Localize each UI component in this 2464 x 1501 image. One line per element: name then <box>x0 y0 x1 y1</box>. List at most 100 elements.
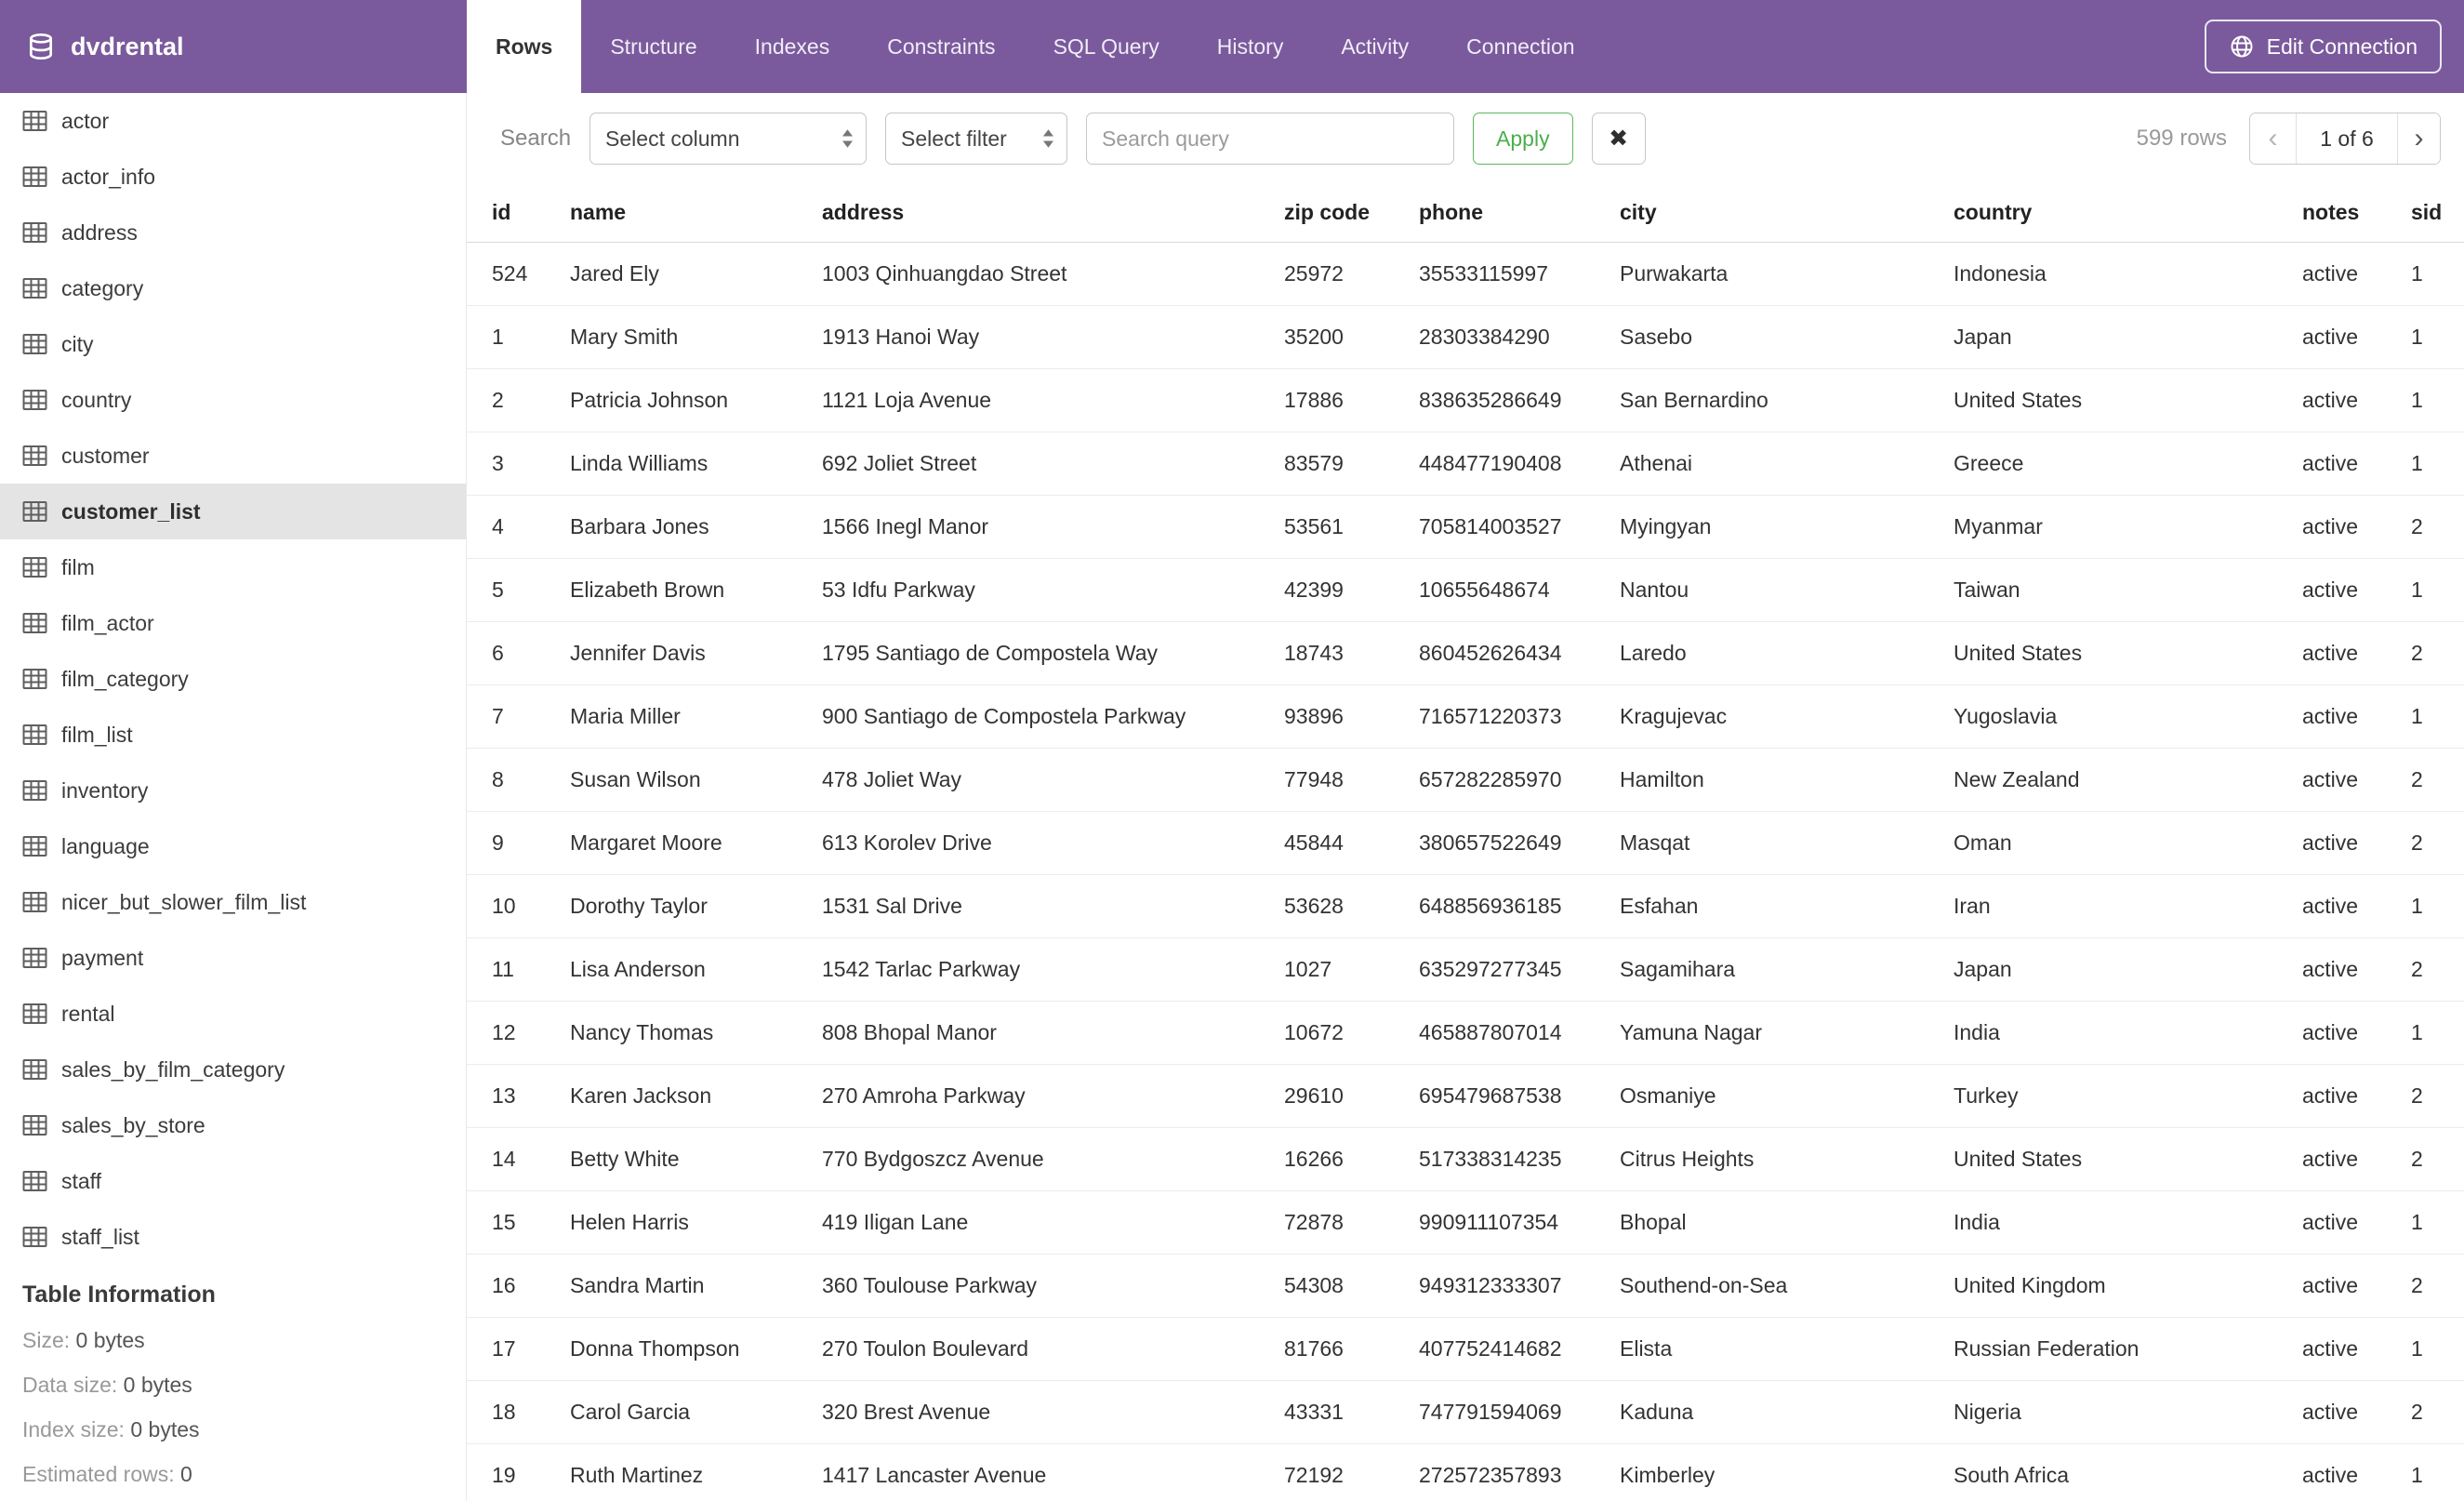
table-cell: 695479687538 <box>1419 1064 1620 1128</box>
sidebar-item-actor-info[interactable]: actor_info <box>0 149 466 205</box>
table-cell: active <box>2302 1127 2411 1191</box>
table-row[interactable]: 5 Elizabeth Brown 53 Idfu Parkway 42399 1065… <box>467 558 2464 622</box>
sidebar-item-actor[interactable]: actor <box>0 93 466 149</box>
column-header-address[interactable]: address <box>822 184 1284 243</box>
tab-history[interactable]: History <box>1188 0 1313 93</box>
table-cell: 15 <box>467 1190 570 1255</box>
tab-structure[interactable]: Structure <box>581 0 725 93</box>
table-row[interactable]: 14 Betty White 770 Bydgoszcz Avenue 16266 51… <box>467 1127 2464 1191</box>
sidebar-item-film[interactable]: film <box>0 539 466 595</box>
sidebar-item-city[interactable]: city <box>0 316 466 372</box>
table-row[interactable]: 3 Linda Williams 692 Joliet Street 83579 448… <box>467 432 2464 496</box>
table-cell: South Africa <box>1954 1443 2302 1501</box>
column-select-value: Select column <box>605 126 740 151</box>
table-row[interactable]: 1 Mary Smith 1913 Hanoi Way 35200 2830338429… <box>467 305 2464 369</box>
column-header-zip-code[interactable]: zip code <box>1284 184 1419 243</box>
tab-sql-query[interactable]: SQL Query <box>1025 0 1188 93</box>
globe-icon <box>2229 33 2255 60</box>
table-name-label: payment <box>61 945 144 970</box>
data-table-body: 524 Jared Ely 1003 Qinhuangdao Street 25972… <box>467 242 2464 1501</box>
sidebar-item-country[interactable]: country <box>0 372 466 428</box>
table-cell: 35200 <box>1284 305 1419 369</box>
sidebar-item-category[interactable]: category <box>0 260 466 316</box>
table-cell: 1566 Inegl Manor <box>822 495 1284 559</box>
table-row[interactable]: 12 Nancy Thomas 808 Bhopal Manor 10672 46588… <box>467 1001 2464 1065</box>
column-select[interactable]: Select column <box>590 113 868 165</box>
table-cell: 1913 Hanoi Way <box>822 305 1284 369</box>
sidebar-item-film-actor[interactable]: film_actor <box>0 595 466 651</box>
sidebar-item-customer-list[interactable]: customer_list <box>0 484 466 539</box>
table-cell: active <box>2302 368 2411 432</box>
table-cell: 1795 Santiago de Compostela Way <box>822 621 1284 685</box>
table-list: actor actor_info address category city countr… <box>0 93 466 1265</box>
sidebar-item-staff[interactable]: staff <box>0 1153 466 1209</box>
sidebar-item-payment[interactable]: payment <box>0 930 466 986</box>
filter-select[interactable]: Select filter <box>885 113 1068 165</box>
table-cell: 53 Idfu Parkway <box>822 558 1284 622</box>
table-row[interactable]: 17 Donna Thompson 270 Toulon Boulevard 8176… <box>467 1317 2464 1381</box>
table-grid-icon <box>22 110 47 132</box>
search-query-input[interactable] <box>1086 113 1455 165</box>
table-cell: Purwakarta <box>1620 242 1954 306</box>
table-row[interactable]: 10 Dorothy Taylor 1531 Sal Drive 53628 64885… <box>467 874 2464 938</box>
table-cell: 1 <box>2411 684 2464 749</box>
table-row[interactable]: 11 Lisa Anderson 1542 Tarlac Parkway 1027 63… <box>467 937 2464 1002</box>
table-cell: Betty White <box>570 1127 822 1191</box>
tab-indexes[interactable]: Indexes <box>726 0 859 93</box>
table-cell: 3 <box>467 432 570 496</box>
table-row[interactable]: 16 Sandra Martin 360 Toulouse Parkway 54308… <box>467 1254 2464 1318</box>
table-row[interactable]: 524 Jared Ely 1003 Qinhuangdao Street 25972… <box>467 242 2464 306</box>
table-name-label: film_category <box>61 666 189 691</box>
table-cell: 1 <box>2411 432 2464 496</box>
column-header-name[interactable]: name <box>570 184 822 243</box>
table-row[interactable]: 8 Susan Wilson 478 Joliet Way 77948 65728228… <box>467 748 2464 812</box>
sidebar-item-sales-by-film-category[interactable]: sales_by_film_category <box>0 1042 466 1097</box>
table-cell: 18 <box>467 1380 570 1444</box>
sidebar-item-staff-list[interactable]: staff_list <box>0 1209 466 1265</box>
table-cell: 478 Joliet Way <box>822 748 1284 812</box>
edit-connection-button[interactable]: Edit Connection <box>2204 20 2442 73</box>
sidebar-item-film-category[interactable]: film_category <box>0 651 466 707</box>
tab-connection[interactable]: Connection <box>1437 0 1603 93</box>
next-page-button[interactable]: › <box>2397 113 2440 164</box>
sidebar-item-language[interactable]: language <box>0 818 466 874</box>
table-cell: active <box>2302 1190 2411 1255</box>
sidebar-item-nicer-but-slower-film-list[interactable]: nicer_but_slower_film_list <box>0 874 466 930</box>
table-cell: 1 <box>2411 874 2464 938</box>
table-row[interactable]: 6 Jennifer Davis 1795 Santiago de Composte… <box>467 621 2464 685</box>
table-row[interactable]: 18 Carol Garcia 320 Brest Avenue 43331 74779… <box>467 1380 2464 1444</box>
table-cell: 613 Korolev Drive <box>822 811 1284 875</box>
column-header-id[interactable]: id <box>467 184 570 243</box>
column-header-phone[interactable]: phone <box>1419 184 1620 243</box>
column-header-notes[interactable]: notes <box>2302 184 2411 243</box>
clear-search-button[interactable]: ✖ <box>1591 113 1646 165</box>
tab-constraints[interactable]: Constraints <box>858 0 1024 93</box>
table-row[interactable]: 9 Margaret Moore 613 Korolev Drive 45844 380… <box>467 811 2464 875</box>
prev-page-button[interactable]: ‹ <box>2250 113 2297 164</box>
sidebar-item-rental[interactable]: rental <box>0 986 466 1042</box>
tab-rows[interactable]: Rows <box>467 0 582 93</box>
sidebar-item-sales-by-store[interactable]: sales_by_store <box>0 1097 466 1153</box>
table-row[interactable]: 15 Helen Harris 419 Iligan Lane 72878 990911… <box>467 1190 2464 1255</box>
apply-button[interactable]: Apply <box>1473 113 1573 165</box>
table-row[interactable]: 19 Ruth Martinez 1417 Lancaster Avenue 7219… <box>467 1443 2464 1501</box>
sidebar-item-inventory[interactable]: inventory <box>0 763 466 818</box>
table-cell: 54308 <box>1284 1254 1419 1318</box>
table-row[interactable]: 2 Patricia Johnson 1121 Loja Avenue 17886 83… <box>467 368 2464 432</box>
table-row[interactable]: 4 Barbara Jones 1566 Inegl Manor 53561 70581… <box>467 495 2464 559</box>
table-cell: Elizabeth Brown <box>570 558 822 622</box>
table-row[interactable]: 7 Maria Miller 900 Santiago de Compostela … <box>467 684 2464 749</box>
column-header-city[interactable]: city <box>1620 184 1954 243</box>
column-header-country[interactable]: country <box>1954 184 2302 243</box>
sidebar-item-customer[interactable]: customer <box>0 428 466 484</box>
column-header-sid[interactable]: sid <box>2411 184 2464 243</box>
table-cell: 1003 Qinhuangdao Street <box>822 242 1284 306</box>
sidebar-item-address[interactable]: address <box>0 205 466 260</box>
sidebar-item-film-list[interactable]: film_list <box>0 707 466 763</box>
table-cell: Iran <box>1954 874 2302 938</box>
table-grid-icon <box>22 835 47 857</box>
table-cell: active <box>2302 937 2411 1002</box>
table-name-label: country <box>61 387 132 412</box>
tab-activity[interactable]: Activity <box>1312 0 1437 93</box>
table-row[interactable]: 13 Karen Jackson 270 Amroha Parkway 29610 69… <box>467 1064 2464 1128</box>
